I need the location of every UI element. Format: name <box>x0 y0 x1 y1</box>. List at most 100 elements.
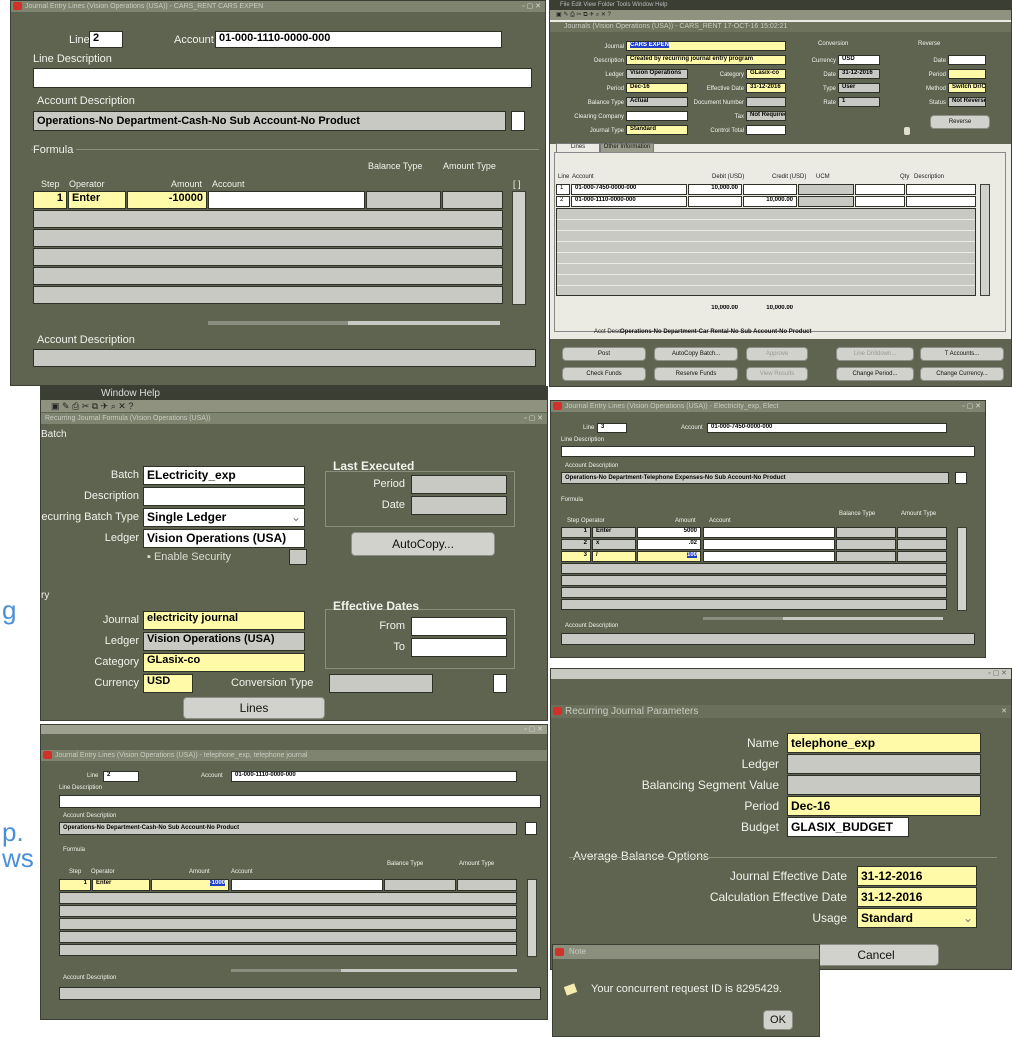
debit-cell[interactable]: 10,000.00 <box>688 184 742 195</box>
amount-type-cell[interactable] <box>897 551 947 562</box>
from-field[interactable] <box>411 617 507 636</box>
to-field[interactable] <box>411 638 507 657</box>
journal-field[interactable]: CARS EXPEN <box>626 41 786 51</box>
amount-cell[interactable]: -10000 <box>127 191 207 209</box>
account-cell[interactable] <box>703 539 835 550</box>
step-cell[interactable]: 1 <box>59 879 91 891</box>
period-field[interactable]: Dec-16 <box>787 796 981 816</box>
debit-cell[interactable] <box>688 196 742 207</box>
operator-cell[interactable]: x <box>592 539 636 550</box>
account-cell[interactable] <box>208 191 365 209</box>
amount-cell[interactable]: -1000 <box>151 879 229 891</box>
category-field[interactable]: GLasix-co <box>746 69 786 79</box>
description-field[interactable] <box>143 487 305 506</box>
credit-cell[interactable]: 10,000.00 <box>743 196 797 207</box>
ledger-field[interactable]: Vision Operations (USA) <box>143 529 305 548</box>
ucm-cell[interactable] <box>798 184 854 195</box>
post-button[interactable]: Post <box>562 347 646 361</box>
method-field[interactable]: Switch Dr/Cr <box>948 83 986 93</box>
line-description-field[interactable] <box>561 446 975 457</box>
balance-type-cell[interactable] <box>384 879 456 891</box>
amount-cell[interactable]: 100 <box>637 551 701 562</box>
balance-type-cell[interactable] <box>836 551 896 562</box>
line-description-field[interactable] <box>59 795 541 808</box>
balance-type-cell[interactable] <box>836 539 896 550</box>
enable-security-checkbox[interactable]: ▪ Enable Security <box>147 551 231 563</box>
description-cell[interactable] <box>906 196 976 207</box>
amount-type-cell[interactable] <box>442 191 503 209</box>
descriptive-flexfield[interactable] <box>289 549 307 565</box>
operator-cell[interactable]: / <box>592 551 636 562</box>
journal-field[interactable]: electricity journal <box>143 611 305 630</box>
formula-row[interactable] <box>33 229 503 247</box>
window-controls[interactable]: ▫ ▢ ✕ <box>962 401 981 412</box>
description-field[interactable]: Created by recurring journal entry progr… <box>626 55 786 65</box>
amount-type-cell[interactable] <box>897 539 947 550</box>
change-currency-button[interactable]: Change Currency... <box>920 367 1004 381</box>
credit-cell[interactable] <box>743 184 797 195</box>
horizontal-scrollbar[interactable] <box>231 969 517 972</box>
toolbar[interactable]: ▣ ✎ ⎙ ✂ ⧉ ✈ ⌕ ✕ ? <box>550 10 1011 20</box>
ok-button[interactable]: OK <box>763 1010 793 1030</box>
amount-cell[interactable]: 5000 <box>637 527 701 538</box>
line-number-cell[interactable]: 2 <box>556 196 570 207</box>
currency-field[interactable]: USD <box>143 674 193 693</box>
currency-field[interactable]: USD <box>838 55 880 65</box>
entry-flexfield[interactable] <box>493 674 507 693</box>
flex-field-button[interactable] <box>955 472 967 484</box>
formula-row[interactable] <box>33 210 503 228</box>
tax-field[interactable]: Not Required <box>746 111 786 121</box>
usage-select[interactable]: Standard ⌄ <box>857 908 977 928</box>
reverse-date-field[interactable] <box>948 55 986 65</box>
horizontal-scrollbar[interactable] <box>703 617 943 620</box>
t-accounts-button[interactable]: T Accounts... <box>920 347 1004 361</box>
account-cell[interactable] <box>231 879 383 891</box>
formula-row[interactable] <box>59 944 517 956</box>
conversion-type-field[interactable] <box>329 674 433 693</box>
window-controls[interactable]: ▫ ▢ ✕ <box>524 725 543 734</box>
clearing-company-field[interactable] <box>626 111 688 121</box>
flex-field-button[interactable] <box>525 822 537 835</box>
ucm-cell[interactable] <box>798 196 854 207</box>
flex-field-button[interactable] <box>511 111 525 131</box>
formula-row[interactable] <box>561 587 947 598</box>
line-description-field[interactable] <box>33 68 532 88</box>
reserve-funds-button[interactable]: Reserve Funds <box>654 367 738 381</box>
formula-row[interactable] <box>561 563 947 574</box>
description-cell[interactable] <box>906 184 976 195</box>
formula-row[interactable] <box>59 931 517 943</box>
step-cell[interactable]: 3 <box>561 551 591 562</box>
balance-type-field[interactable]: Actual <box>626 97 688 107</box>
budget-field[interactable]: GLASIX_BUDGET <box>787 817 909 837</box>
control-total-field[interactable] <box>746 125 786 135</box>
step-cell[interactable]: 1 <box>33 191 67 209</box>
amount-type-cell[interactable] <box>897 527 947 538</box>
change-period-button[interactable]: Change Period... <box>836 367 914 381</box>
menu-bar[interactable]: Window Help <box>41 387 547 400</box>
reverse-period-field[interactable] <box>948 69 986 79</box>
formula-row[interactable] <box>59 892 517 904</box>
balancing-segment-field[interactable] <box>787 775 981 795</box>
window-controls[interactable]: ▫ ▢ ✕ <box>522 1 541 12</box>
qty-cell[interactable] <box>855 184 905 195</box>
lines-scrollbar[interactable] <box>980 184 990 296</box>
line-field[interactable]: 2 <box>89 31 123 48</box>
line-field[interactable]: 2 <box>103 771 139 782</box>
approve-button[interactable]: Approve <box>746 347 808 361</box>
cancel-button[interactable]: Cancel <box>813 944 939 966</box>
formula-row[interactable] <box>33 248 503 266</box>
balance-type-cell[interactable] <box>836 527 896 538</box>
ledger-field[interactable]: Vision Operations <box>626 69 688 79</box>
line-field[interactable]: 3 <box>597 423 627 433</box>
account-cell[interactable]: 01-000-7450-0000-000 <box>571 184 687 195</box>
empty-lines[interactable] <box>556 208 976 296</box>
account-cell[interactable]: 01-000-1110-0000-000 <box>571 196 687 207</box>
line-number-cell[interactable]: 1 <box>556 184 570 195</box>
formula-row[interactable] <box>59 918 517 930</box>
amount-type-cell[interactable] <box>457 879 517 891</box>
account-cell[interactable] <box>703 527 835 538</box>
operator-cell[interactable]: Enter <box>92 879 150 891</box>
reverse-button[interactable]: Reverse <box>930 115 990 129</box>
ledger-field[interactable] <box>787 754 981 774</box>
status-field[interactable]: Not Reversed <box>948 97 986 107</box>
